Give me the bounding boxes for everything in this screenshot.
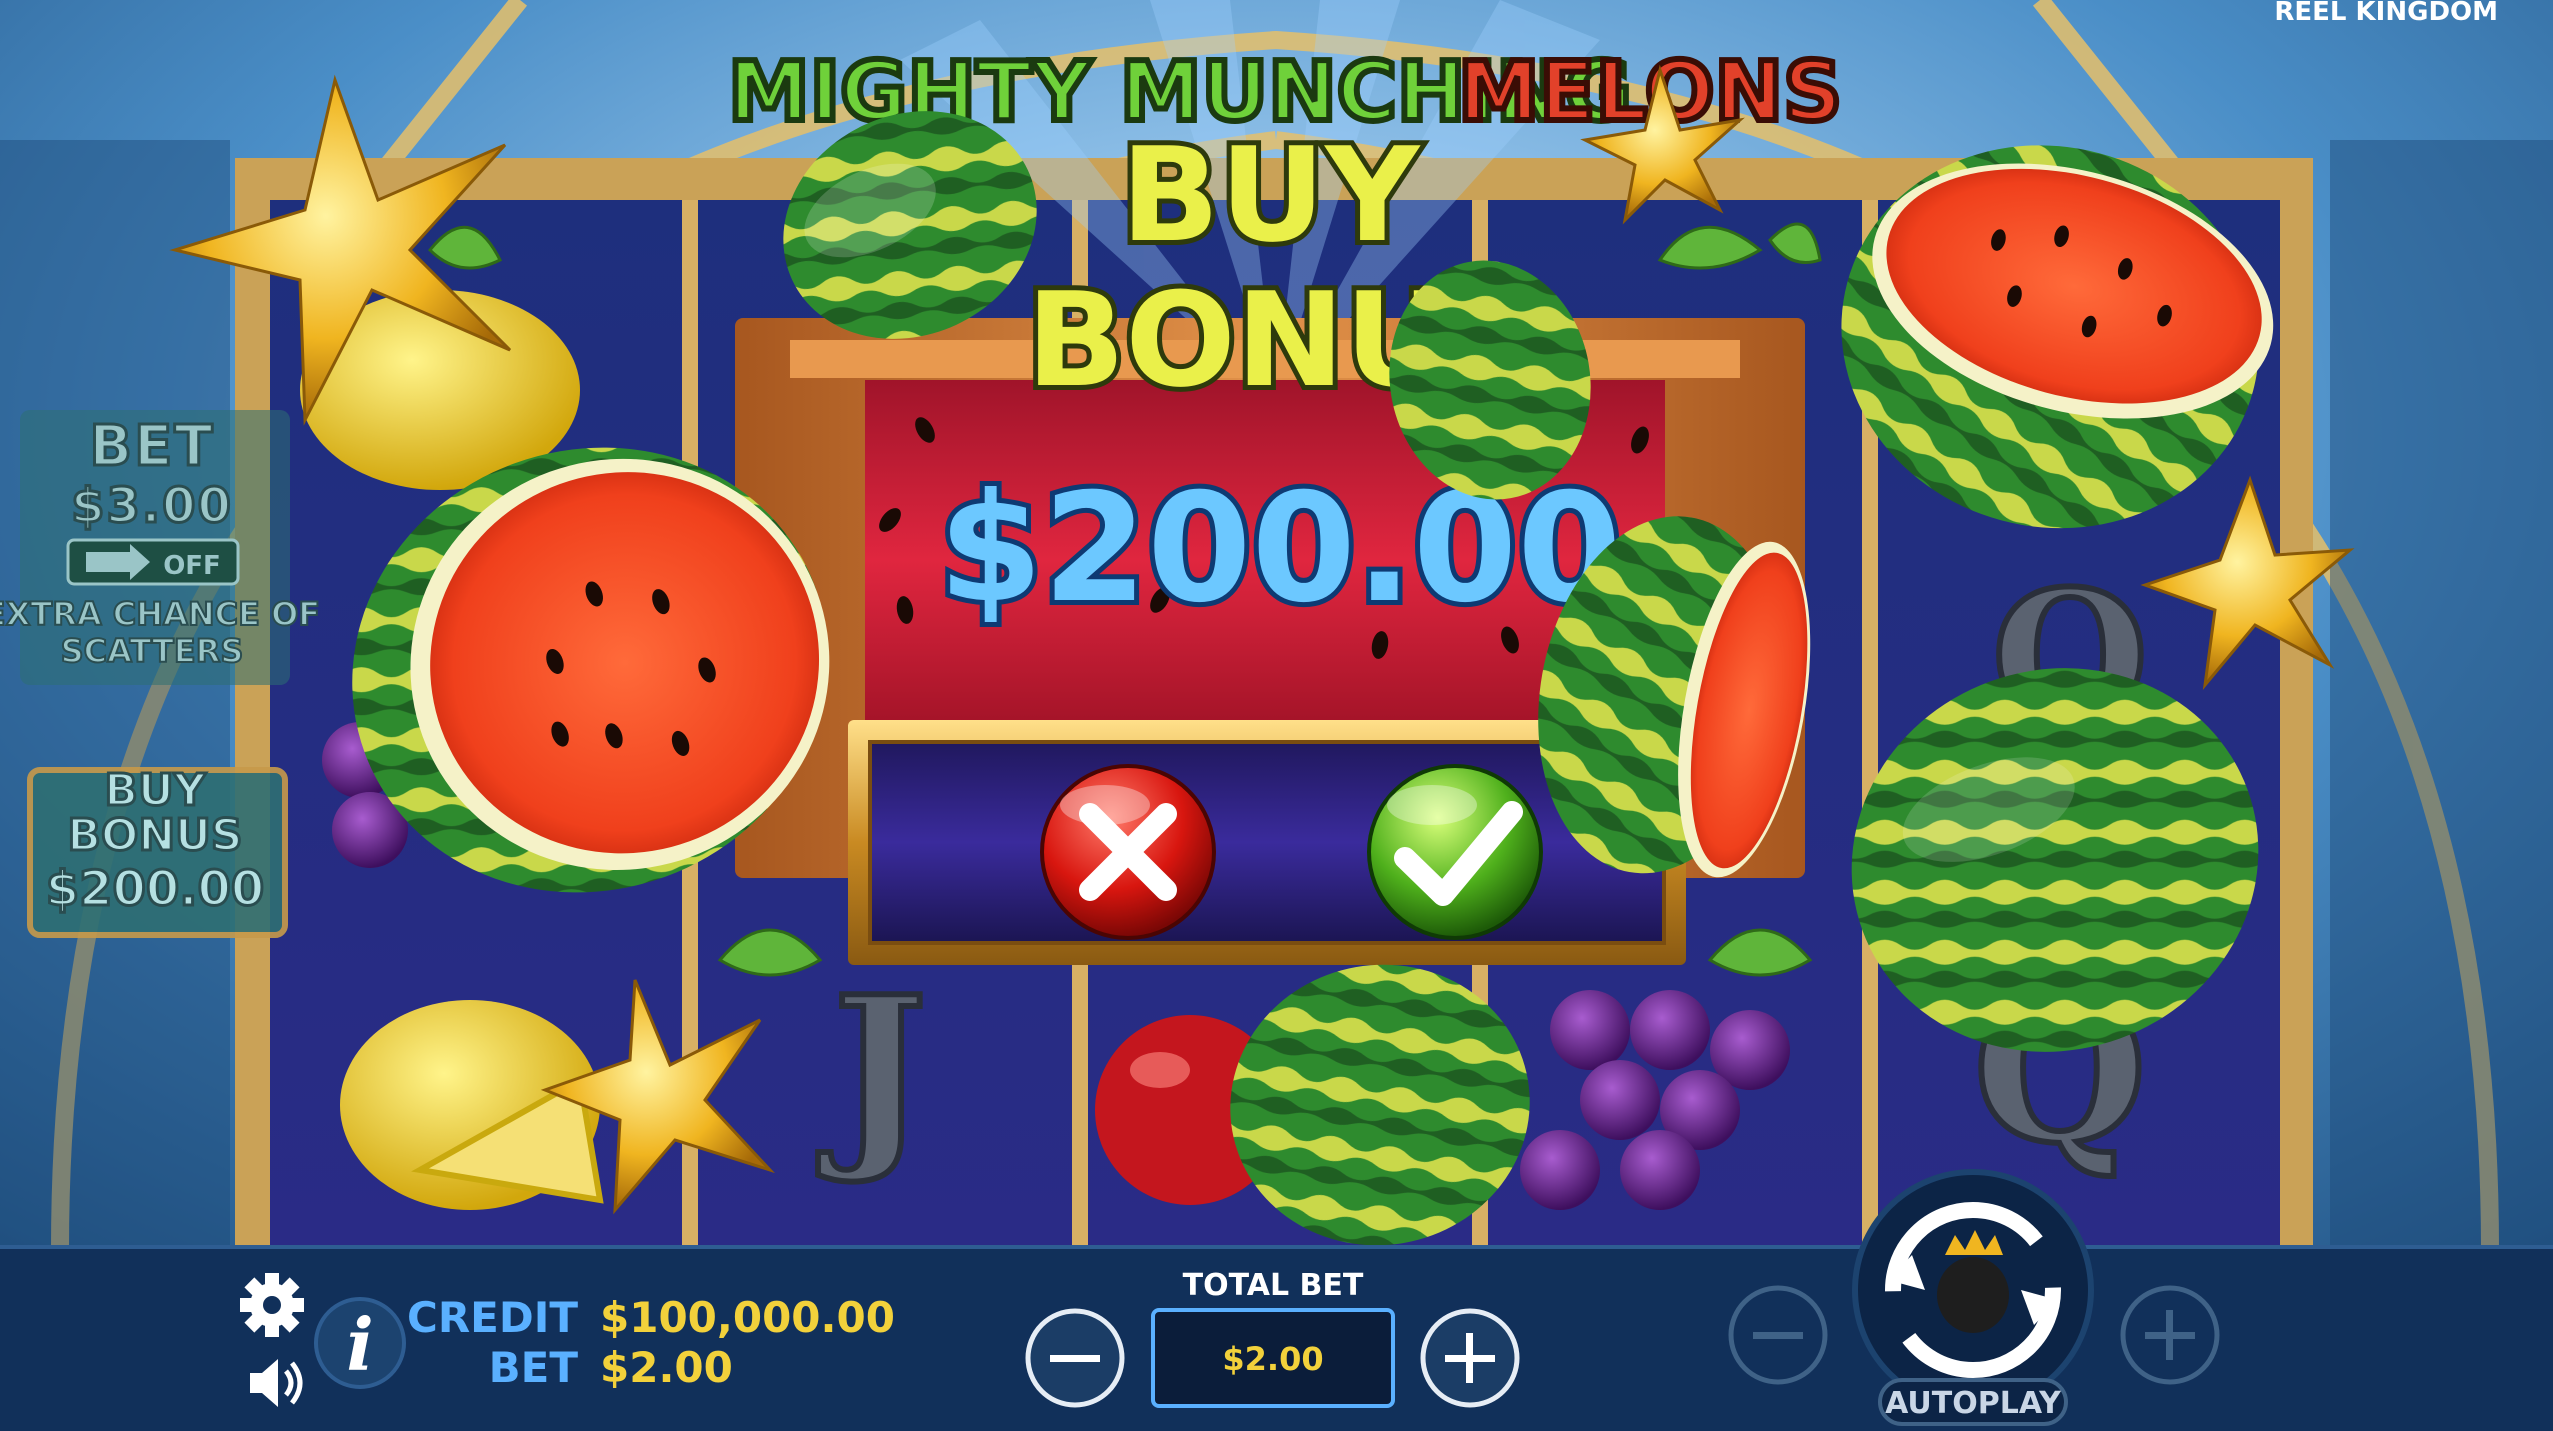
credit-label: CREDIT — [407, 1293, 578, 1342]
game-scene: J Q Q MIGHTY MUNCHING MELONS REEL KINGDO… — [0, 0, 2553, 1431]
spin-button[interactable] — [1852, 1169, 2094, 1411]
increase-bet-button[interactable] — [1420, 1308, 1520, 1408]
minus-icon — [1753, 1332, 1803, 1339]
info-button[interactable]: i — [314, 1297, 406, 1389]
reel-symbol-j: J — [818, 953, 928, 1188]
cancel-button[interactable] — [1040, 764, 1216, 940]
info-icon: i — [346, 1302, 373, 1387]
ante-bet-panel[interactable]: BET $3.00 OFF EXTRA CHANCE OF SCATTERS — [0, 410, 321, 685]
buy-bonus-side-line1: BUY — [104, 765, 206, 816]
total-bet-value: $2.00 — [1222, 1340, 1323, 1378]
buy-bonus-side-price: $200.00 — [46, 861, 265, 917]
buy-bonus-side-line2: BONUS — [67, 810, 242, 861]
ante-bet-value: $3.00 — [71, 478, 233, 534]
autoplay-button[interactable]: AUTOPLAY — [1878, 1378, 2068, 1426]
bet-value: $2.00 — [600, 1343, 733, 1392]
minus-icon — [1050, 1355, 1100, 1362]
bet-label: BET — [489, 1343, 579, 1392]
buy-bonus-side-button[interactable]: BUY BONUS $200.00 — [27, 764, 288, 938]
confirm-button[interactable] — [1367, 764, 1543, 940]
provider-logo: REEL KINGDOM — [2274, 0, 2498, 27]
extra-chance-label-2: SCATTERS — [61, 632, 244, 670]
gear-icon[interactable] — [240, 1273, 304, 1337]
autoplay-label: AUTOPLAY — [1885, 1386, 2062, 1421]
extra-chance-label-1: EXTRA CHANCE OF — [0, 595, 320, 633]
decrease-bet-button[interactable] — [1025, 1308, 1125, 1408]
credit-value: $100,000.00 — [600, 1293, 895, 1342]
ante-bet-label: BET — [89, 414, 214, 479]
dialog-heading-line1: BUY — [1121, 119, 1422, 271]
gorilla-mascot-icon — [1937, 1257, 2009, 1333]
ante-toggle-state: OFF — [163, 551, 221, 581]
reel-symbol-lemon — [340, 1000, 604, 1210]
total-bet-label: TOTAL BET — [1183, 1268, 1364, 1303]
